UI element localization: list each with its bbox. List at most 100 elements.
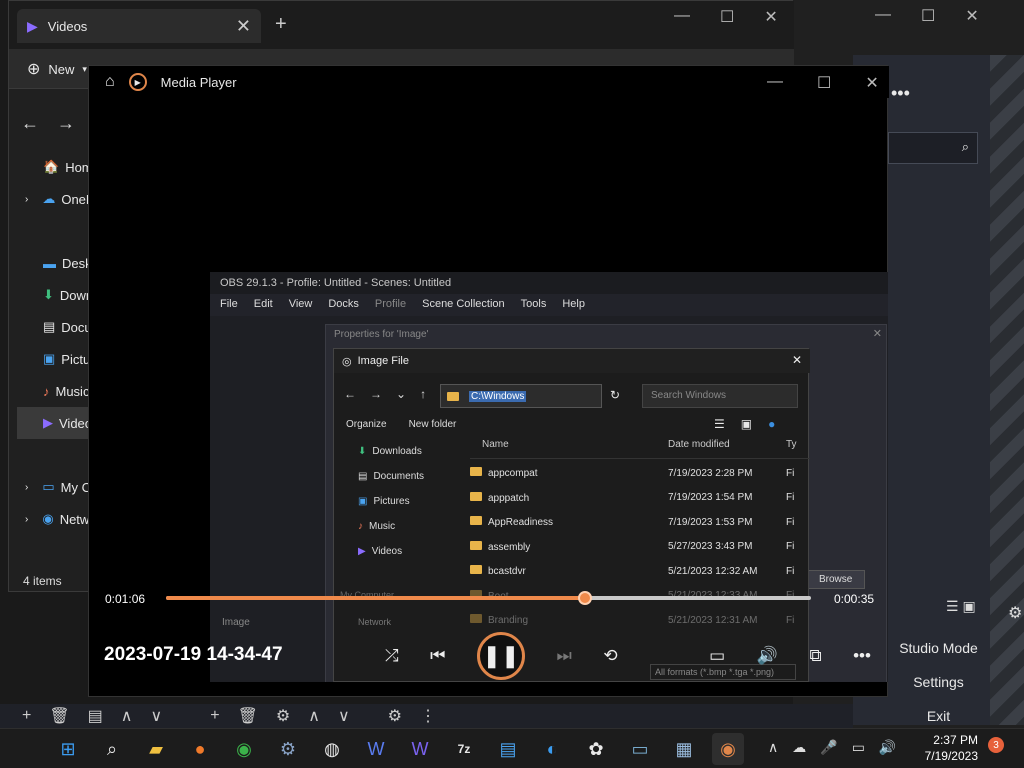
sidebar-item-desktop[interactable]: ▬Desktop (17, 247, 97, 279)
tab-videos[interactable]: ▶ Videos ✕ (17, 9, 261, 43)
source-up-icon[interactable]: ∧ (308, 706, 320, 726)
media-player-window-controls[interactable]: — ☐ ✕ (767, 73, 879, 93)
file-type: Fi (786, 492, 795, 504)
menu-help: Help (562, 298, 585, 310)
obs-dock-toolbar: + 🗑 ▤ ∧ ∨ + 🗑 ⚙ ∧ ∨ ⚙ ⋮ (0, 704, 853, 728)
menu-scene-collection: Scene Collection (422, 298, 505, 310)
file-explorer-icon[interactable]: ▰ (140, 733, 172, 765)
sidebar-item-documents[interactable]: ▤Documents (17, 311, 97, 343)
col-date: Date modified (668, 439, 730, 450)
7zip-icon[interactable]: 7z (448, 733, 480, 765)
app-w-icon[interactable]: W (360, 733, 392, 765)
more-vert-icon[interactable]: ⋮ (420, 706, 436, 726)
dialog-search: Search Windows (642, 384, 798, 408)
back-icon: ← (344, 387, 356, 401)
menu-view: View (288, 298, 313, 310)
dialog-file-list: appcompat 7/19/2023 2:28 PM Fi apppatch 7/1… (470, 461, 810, 633)
next-icon[interactable]: ⏭ (557, 646, 572, 666)
notification-badge[interactable]: 3 (988, 737, 1004, 753)
current-time: 0:01:06 (105, 592, 146, 606)
quick-music: ♪ Music (334, 514, 450, 539)
notepad-icon[interactable]: ▤ (492, 733, 524, 765)
forward-icon: → (370, 387, 382, 401)
file-type: Fi (786, 467, 795, 479)
media-player-icon[interactable]: ◉ (712, 733, 744, 765)
down-icon[interactable]: ∨ (151, 706, 163, 726)
volume-icon[interactable]: 🔊 (879, 739, 896, 756)
sidebar-item-network[interactable]: ›◉Network (17, 503, 97, 535)
settings-icon[interactable]: ⚙ (272, 733, 304, 765)
new-button[interactable]: ⊕ New ▾ (27, 59, 87, 79)
source-down-icon[interactable]: ∨ (338, 706, 350, 726)
new-folder-button: New folder (408, 419, 457, 430)
music-icon: ♪ (358, 521, 363, 532)
sidebar-item-music[interactable]: ♪ Music (17, 375, 97, 407)
clock[interactable]: 2:37 PM 7/19/2023 (918, 732, 978, 764)
obs-search-field[interactable]: ⌕ (888, 132, 978, 164)
monitor-icon[interactable]: ▦ (668, 733, 700, 765)
microphone-icon[interactable]: 🎤 (820, 739, 837, 756)
chevron-right-icon[interactable]: › (17, 514, 28, 525)
seek-bar[interactable] (166, 591, 811, 605)
obs-video-title: OBS 29.1.3 - Profile: Untitled - Scenes:… (210, 272, 888, 294)
more-options-icon[interactable]: ••• (853, 646, 871, 666)
code-icon[interactable]: ◐ (536, 733, 568, 765)
seek-bar-fill (166, 596, 586, 600)
close-tab-icon[interactable]: ✕ (236, 16, 251, 37)
new-tab-button[interactable]: + (275, 13, 287, 36)
file-row: appcompat 7/19/2023 2:28 PM Fi (470, 461, 810, 486)
cloud-off-icon[interactable]: ☁ (792, 739, 806, 756)
up-icon[interactable]: ∧ (121, 706, 133, 726)
obs-icon[interactable]: ◍ (316, 733, 348, 765)
clock-time: 2:37 PM (933, 733, 978, 747)
sidebar-item-downloads[interactable]: ⬇Downloads (17, 279, 97, 311)
mini-player-icon[interactable]: ⧉ (809, 646, 821, 666)
sidebar-item-pictures[interactable]: ▣Pictures (17, 343, 97, 375)
display-icon[interactable]: ▭ (624, 733, 656, 765)
home-icon[interactable]: ⌂ (105, 73, 115, 91)
gimp-icon[interactable]: ✿ (580, 733, 612, 765)
sidebar-item-my-computer[interactable]: ›▭My Computer (17, 471, 97, 503)
search-icon[interactable]: ⌕ (96, 733, 128, 765)
previous-icon[interactable]: ⏮ (430, 646, 445, 666)
subtitles-icon[interactable]: ▭ (709, 646, 725, 666)
chrome-icon[interactable]: ◉ (228, 733, 260, 765)
sidebar-item-videos[interactable]: ▶ Videos (17, 407, 97, 439)
trash-icon[interactable]: 🗑 (49, 706, 69, 726)
sidebar-item-home[interactable]: 🏠 Home (17, 151, 97, 183)
file-row: Branding 5/21/2023 12:31 AM Fi (470, 608, 810, 633)
add-source-icon[interactable]: + (210, 707, 219, 725)
file-type: Fi (786, 614, 795, 626)
pause-button[interactable]: ❚❚ (476, 632, 525, 680)
layout-icons[interactable]: ☰ ▣ (946, 598, 976, 615)
firefox-icon[interactable]: ● (184, 733, 216, 765)
network-icon[interactable]: ▭ (852, 739, 865, 756)
volume-icon[interactable]: 🔊 (757, 646, 778, 666)
file-date: 5/27/2023 3:43 PM (668, 541, 753, 553)
start-icon[interactable]: ⊞ (52, 733, 84, 765)
file-type: Fi (786, 565, 795, 577)
chevron-right-icon[interactable]: › (17, 194, 28, 205)
more-icon[interactable]: ••• (891, 83, 910, 104)
obs-window-controls[interactable]: — ☐ ✕ (875, 6, 979, 26)
folder-icon (470, 467, 482, 477)
chevron-right-icon[interactable]: › (17, 482, 28, 493)
add-icon[interactable]: + (22, 707, 31, 725)
remove-source-icon[interactable]: 🗑 (238, 706, 258, 726)
chevron-up-icon[interactable]: ∧ (768, 739, 778, 756)
mixer-settings-icon[interactable]: ⚙ (388, 706, 402, 726)
forward-icon[interactable]: → (57, 113, 75, 134)
explorer-window-controls[interactable]: — ☐ ✕ (674, 7, 778, 27)
source-settings-icon[interactable]: ⚙ (276, 706, 290, 726)
back-icon[interactable]: ← (21, 113, 39, 134)
app-w2-icon[interactable]: W (404, 733, 436, 765)
help-icon: ● (768, 417, 776, 431)
repeat-icon[interactable]: ⟲ (603, 646, 617, 666)
shuffle-icon[interactable]: ⤮ (385, 646, 399, 666)
filter-icon[interactable]: ▤ (88, 706, 103, 726)
file-date: 7/19/2023 2:28 PM (668, 467, 753, 479)
sidebar-item-onedrive[interactable]: ›☁OneDrive (17, 183, 97, 215)
obs-video-menubar: File Edit View Docks Profile Scene Colle… (210, 294, 888, 316)
gear-icon[interactable]: ⚙ (1008, 603, 1022, 623)
image-file-dialog: ◎ Image File ✕ ← → ⌄ ↑ C:\Windows ↻ Search … (333, 348, 810, 682)
